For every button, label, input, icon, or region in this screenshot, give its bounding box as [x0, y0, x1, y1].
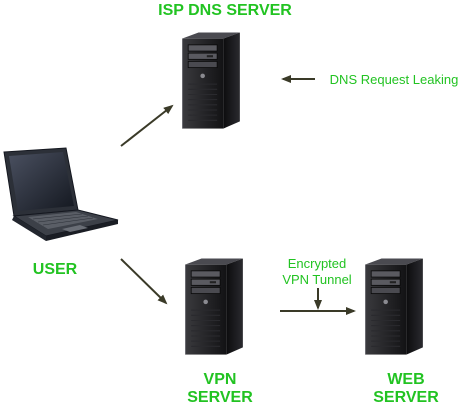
user-to-isp-dns-arrow — [120, 104, 174, 147]
web-server-icon — [365, 257, 424, 356]
laptop-icon — [3, 147, 119, 241]
encrypted-vpn-tunnel-label: Encrypted VPN Tunnel — [268, 256, 366, 288]
diagram-canvas — [3, 31, 424, 356]
web-server-label-line1: WEB — [387, 371, 425, 388]
vpn-server-label-line1: VPN — [203, 371, 237, 388]
vpn-dns-leak-diagram: ISP DNS SERVER DNS Request Leaking USER … — [0, 0, 471, 412]
isp-dns-server-label: ISP DNS SERVER — [158, 2, 292, 19]
user-label: USER — [32, 261, 78, 278]
tunnel-label-line2: VPN Tunnel — [282, 272, 352, 287]
web-server-label: WEB SERVER — [366, 371, 446, 407]
vpn-server-label: VPN SERVER — [180, 371, 260, 407]
user-to-vpn-arrow — [120, 258, 168, 305]
dns-request-leaking-label: DNS Request Leaking — [329, 72, 459, 87]
web-server-label-line2: SERVER — [373, 389, 439, 406]
tunnel-label-line1: Encrypted — [287, 256, 347, 271]
vpn-server-label-line2: SERVER — [187, 389, 253, 406]
vpn-server-icon — [185, 257, 244, 356]
isp-dns-server-icon — [182, 31, 241, 130]
